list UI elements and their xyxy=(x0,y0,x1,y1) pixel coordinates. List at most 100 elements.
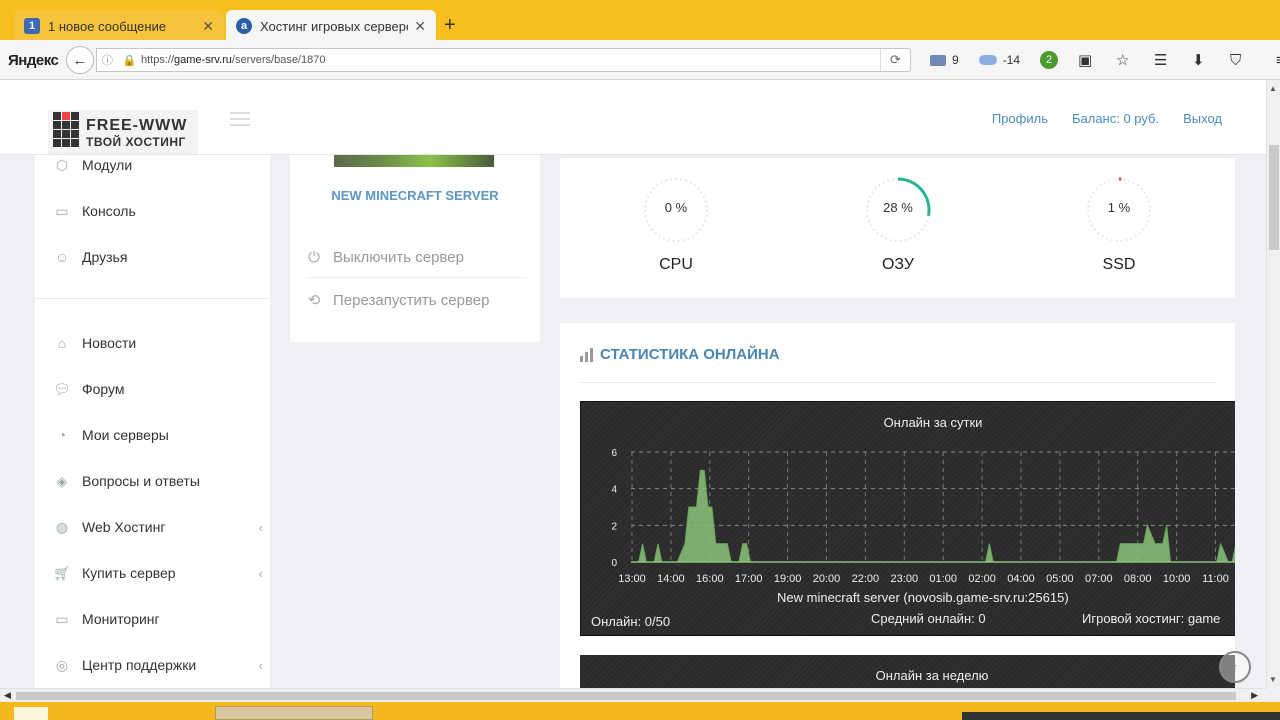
pocket-icon[interactable]: ⛉ xyxy=(1230,52,1248,69)
menu-icon[interactable]: ≡ xyxy=(1276,52,1280,69)
x-tick-label: 13:00 xyxy=(618,573,646,585)
sidebar-item-my-servers[interactable]: ◔ Мои серверы xyxy=(53,423,253,447)
tab-close-icon[interactable]: ✕ xyxy=(414,18,426,35)
browser-brand-logo[interactable]: Яндекс xyxy=(8,52,59,69)
layers-icon: ◈ xyxy=(56,472,68,489)
logout-link[interactable]: Выход xyxy=(1183,111,1222,126)
sidebar-item-console[interactable]: ▭ Консоль xyxy=(53,199,253,223)
cloud-icon xyxy=(978,55,997,65)
tab-favicon: 1 xyxy=(24,18,40,34)
scroll-left-arrow-icon[interactable]: ◀ xyxy=(4,690,11,701)
top-nav: Профиль Баланс: 0 руб. Выход xyxy=(992,111,1222,126)
tab-label: Хостинг игровых серверо... xyxy=(260,18,409,34)
browser-toolbar: Яндекс ← ⓘ 🔒 https://game-srv.ru/servers… xyxy=(0,40,1280,80)
balance-link[interactable]: Баланс: 0 руб. xyxy=(1072,111,1159,126)
vertical-scrollbar[interactable]: ▲ ▼ xyxy=(1266,80,1280,688)
x-tick-label: 04:00 xyxy=(1007,573,1035,585)
info-icon[interactable]: ⓘ xyxy=(102,52,113,68)
online-stats-panel: СТАТИСТИКА ОНЛАЙНА Онлайн за сутки 02461… xyxy=(560,323,1235,690)
gauge-value: 28 % xyxy=(883,200,913,215)
tab-hosting[interactable]: a Хостинг игровых серверо... ✕ xyxy=(226,10,436,42)
daily-online-chart: Онлайн за сутки 0 2 4 6 13:00 14:00 16:00 17:00… xyxy=(580,401,1235,636)
scroll-down-arrow-icon[interactable]: ▼ xyxy=(1269,675,1277,684)
new-tab-button[interactable]: + xyxy=(444,14,456,37)
horizontal-scrollbar[interactable]: ◀ ▶ xyxy=(0,688,1266,702)
shutdown-server-button[interactable]: ⏻ Выключить сервер xyxy=(306,245,526,269)
chart-average-online: Средний онлайн: 0 xyxy=(871,611,986,626)
power-icon: ⏻ xyxy=(308,248,320,266)
screenshot-extension-icon[interactable]: ▣ xyxy=(1078,51,1096,69)
arrow-up-icon: ↑ xyxy=(1231,659,1239,675)
tab-close-icon[interactable]: ✕ xyxy=(202,18,214,35)
weather-widget[interactable]: -14 xyxy=(978,53,1020,67)
online-area-series xyxy=(631,469,1235,563)
scrollbar-thumb[interactable] xyxy=(16,692,1236,700)
download-icon[interactable]: ⬇ xyxy=(1192,51,1210,69)
bookmark-star-icon[interactable]: ☆ xyxy=(1116,51,1134,69)
address-bar[interactable]: ⓘ 🔒 https://game-srv.ru/servers/base/187… xyxy=(96,48,911,72)
y-tick-label: 0 xyxy=(611,558,617,569)
x-tick-label: 19:00 xyxy=(774,573,802,585)
logo-grid-icon xyxy=(53,112,79,150)
sidebar-item-monitoring[interactable]: ▭ Мониторинг xyxy=(53,607,253,631)
servers-icon: ◔ xyxy=(57,427,67,443)
sidebar-item-modules[interactable]: ⬡ Модули xyxy=(53,153,253,177)
weekly-online-chart: Онлайн за неделю xyxy=(580,655,1235,690)
chat-icon: 💬︎ xyxy=(53,380,71,397)
reload-button[interactable]: ⟳ xyxy=(880,49,910,71)
refresh-icon: ⟲ xyxy=(307,292,321,309)
browser-tab-bar: 1 1 новое сообщение ✕ a Хостинг игровых … xyxy=(0,0,1280,42)
resource-gauges: 0 % CPU 28 % ОЗУ 1 % SSD xyxy=(560,158,1235,298)
tab-label: 1 новое сообщение xyxy=(48,18,167,34)
sidebar-toggle-icon[interactable] xyxy=(230,112,250,130)
x-tick-label: 05:00 xyxy=(1046,573,1074,585)
chart-server-line: New minecraft server (novosib.game-srv.r… xyxy=(777,590,1069,605)
sidebar-item-friends[interactable]: ☺ Друзья xyxy=(53,245,253,269)
restart-server-button[interactable]: ⟲ Перезапустить сервер xyxy=(306,288,526,312)
scrollbar-thumb[interactable] xyxy=(1269,145,1279,250)
server-thumbnail xyxy=(334,155,494,167)
server-name[interactable]: NEW MINECRAFT SERVER xyxy=(290,188,540,203)
x-tick-label: 22:00 xyxy=(852,573,880,585)
bar-chart-icon xyxy=(580,347,594,362)
x-tick-label: 20:00 xyxy=(813,573,841,585)
sidebar-item-news[interactable]: ⌂ Новости xyxy=(53,331,253,355)
tab-messages[interactable]: 1 1 новое сообщение ✕ xyxy=(14,10,224,42)
start-button-icon[interactable] xyxy=(14,707,48,720)
site-logo[interactable]: FREE-WWW ТВОЙ ХОСТИНГ xyxy=(48,110,198,154)
sidebar-item-faq[interactable]: ◈ Вопросы и ответы xyxy=(53,469,253,493)
sidebar-item-forum[interactable]: 💬︎ Форум xyxy=(53,377,253,401)
cart-icon: 🛒︎ xyxy=(53,564,71,581)
x-tick-label: 14:00 xyxy=(657,573,685,585)
logo-title: FREE-WWW xyxy=(86,117,188,134)
url-text[interactable]: https://game-srv.ru/servers/base/1870 xyxy=(141,54,880,66)
sidebar-item-support[interactable]: ◎ Центр поддержки ‹ xyxy=(53,653,263,677)
gauge-value: 1 % xyxy=(1107,200,1131,215)
cpu-gauge: 0 % CPU xyxy=(636,172,716,274)
x-tick-label: 01:00 xyxy=(929,573,957,585)
lock-warning-icon[interactable]: 🔒 xyxy=(122,54,136,67)
scroll-right-arrow-icon[interactable]: ▶ xyxy=(1251,690,1258,701)
extension-badge[interactable]: 2 xyxy=(1040,51,1059,69)
home-icon: ⌂ xyxy=(57,335,67,351)
reading-list-icon[interactable]: ☰ xyxy=(1154,51,1172,69)
scroll-to-top-button[interactable]: ↑ xyxy=(1219,651,1251,683)
sidebar-item-buy-server[interactable]: 🛒︎ Купить сервер ‹ xyxy=(53,561,263,585)
ssd-gauge: 1 % SSD xyxy=(1079,172,1159,274)
scroll-up-arrow-icon[interactable]: ▲ xyxy=(1269,84,1277,93)
mail-icon xyxy=(930,54,946,66)
profile-link[interactable]: Профиль xyxy=(992,111,1048,126)
gauge-label: SSD xyxy=(1102,256,1136,273)
x-tick-label: 16:00 xyxy=(696,573,724,585)
x-tick-label: 11:00 xyxy=(1202,573,1229,585)
tab-favicon: a xyxy=(236,18,252,34)
chevron-left-icon: ‹ xyxy=(258,565,263,581)
chevron-left-icon: ‹ xyxy=(258,657,263,673)
sidebar-item-web-hosting[interactable]: ◍ Web Хостинг ‹ xyxy=(53,515,263,539)
back-button[interactable]: ← xyxy=(66,46,94,74)
gauge-value: 0 % xyxy=(664,200,688,215)
x-tick-label: 10:00 xyxy=(1163,573,1191,585)
taskbar-active-app[interactable] xyxy=(215,706,373,720)
mail-widget[interactable]: 9 xyxy=(930,53,959,67)
chart-title: Онлайн за неделю xyxy=(875,668,989,683)
